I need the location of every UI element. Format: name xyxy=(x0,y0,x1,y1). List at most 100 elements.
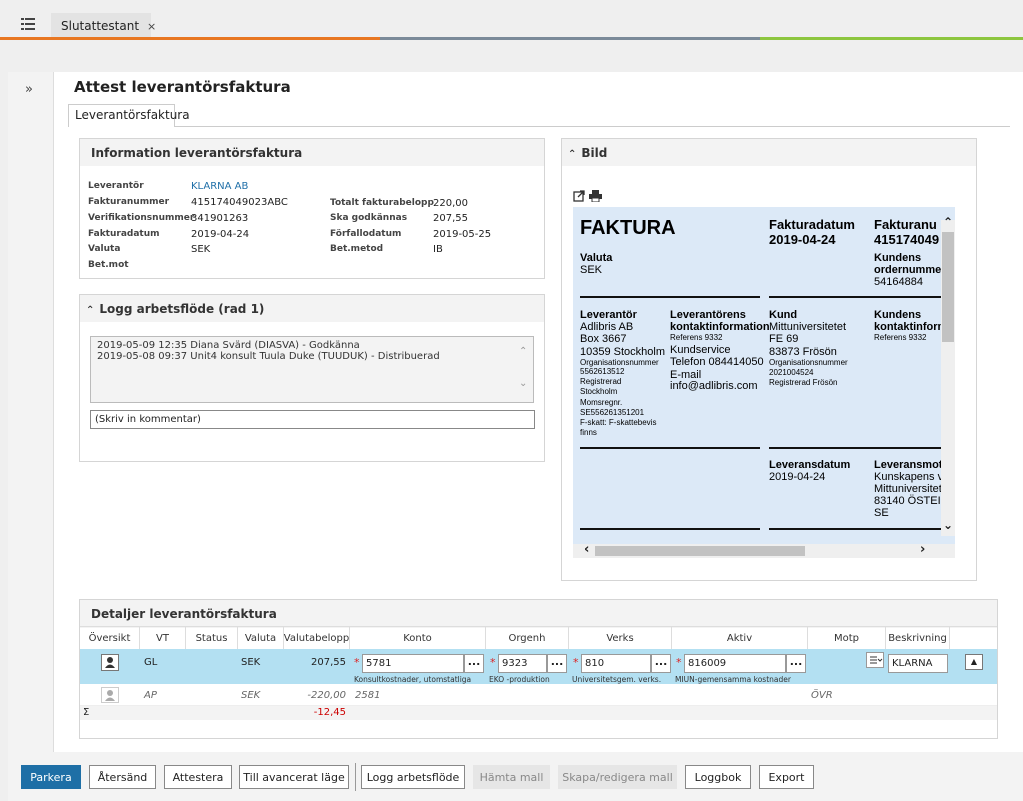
log-list[interactable]: 2019-05-09 12:35 Diana Svärd (DIASVA) - … xyxy=(90,336,534,403)
tab-slutattestant[interactable]: Slutattestant × xyxy=(51,13,156,40)
invoice-text: Kundens xyxy=(874,252,922,264)
column-header[interactable]: Översikt xyxy=(80,627,140,649)
info-label: Ska godkännas xyxy=(330,213,408,223)
invoice-text: Box 3667 xyxy=(580,333,627,345)
aktiv-input[interactable]: 816009 xyxy=(684,654,786,673)
column-header[interactable]: Beskrivning xyxy=(886,627,950,649)
invoice-text: Registrerad xyxy=(580,377,622,386)
row-collapse-button[interactable]: ▲ xyxy=(965,654,983,670)
comment-input[interactable]: (Skriv in kommentar) xyxy=(90,410,535,429)
invoice-text: SE xyxy=(874,507,889,519)
orgenh-input[interactable]: 9323 xyxy=(498,654,547,673)
invoice-text: 10359 Stockholm xyxy=(580,346,665,358)
column-header[interactable]: Orgenh xyxy=(486,627,569,649)
advanced-mode-button[interactable]: Till avancerat läge xyxy=(239,765,349,789)
attestera-button[interactable]: Attestera xyxy=(164,765,232,789)
supplier-link[interactable]: KLARNA AB xyxy=(191,181,248,192)
info-label: Leverantör xyxy=(88,181,144,191)
orgenh-lookup-button[interactable]: ... xyxy=(547,654,567,673)
scroll-up-icon[interactable]: ⌃ xyxy=(943,215,953,229)
invoice-text: Kundens xyxy=(874,309,922,321)
export-button[interactable]: Export xyxy=(759,765,814,789)
invoice-text: Organisationsnummer xyxy=(769,358,848,367)
invoice-rule xyxy=(769,447,955,449)
log-panel-header[interactable]: ⌃ Logg arbetsflöde (rad 1) xyxy=(80,295,544,322)
scroll-down-icon[interactable]: ⌄ xyxy=(943,518,953,532)
invoice-text: Organisationsnummer xyxy=(580,358,659,367)
loggbok-button[interactable]: Loggbok xyxy=(685,765,751,789)
page-title: Attest leverantörsfaktura xyxy=(74,78,291,96)
invoice-text: Kundservice xyxy=(670,344,731,356)
menu-button[interactable] xyxy=(8,10,48,38)
parkera-button[interactable]: Parkera xyxy=(21,765,81,789)
info-label: Fakturadatum xyxy=(88,229,160,239)
left-rail xyxy=(8,72,54,752)
fetch-template-button[interactable]: Hämta mall xyxy=(473,765,550,789)
overview-button[interactable] xyxy=(101,654,119,671)
scroll-up-icon[interactable]: ⌃ xyxy=(519,346,527,357)
invoice-text: Stockholm xyxy=(580,387,618,396)
verks-input[interactable]: 810 xyxy=(581,654,651,673)
column-header[interactable]: Status xyxy=(186,627,238,649)
invoice-text: kontaktinform xyxy=(874,321,948,333)
beskrivning-input[interactable]: KLARNA xyxy=(888,654,948,673)
export-icon[interactable] xyxy=(573,190,585,205)
info-value: 415174049023ABC xyxy=(191,197,288,208)
scroll-down-icon[interactable]: ⌄ xyxy=(519,378,527,389)
invoice-text: Registrerad Frösön xyxy=(769,378,838,387)
table-row[interactable] xyxy=(80,684,997,706)
column-header[interactable]: Konto xyxy=(350,627,486,649)
scroll-thumb[interactable] xyxy=(595,546,805,556)
collapse-icon[interactable]: ⌃ xyxy=(86,305,94,316)
invoice-text: Leveransmot xyxy=(874,459,943,471)
invoice-text: Valuta xyxy=(580,252,613,264)
column-header[interactable]: Valuta xyxy=(238,627,284,649)
row-amount: -220,00 xyxy=(307,690,346,701)
invoice-text: Leverantörens xyxy=(670,309,746,321)
konto-lookup-button[interactable]: ... xyxy=(464,654,484,673)
invoice-rule xyxy=(769,296,955,298)
invoice-text: 2019-04-24 xyxy=(769,232,836,247)
overview-button[interactable] xyxy=(101,687,119,703)
invoice-text: Telefon 084414050 xyxy=(670,356,764,368)
edit-template-button[interactable]: Skapa/redigera mall xyxy=(558,765,677,789)
invoice-text: 5562613512 xyxy=(580,367,625,376)
scroll-left-icon[interactable]: ‹ xyxy=(584,542,589,557)
triangle-up-icon: ▲ xyxy=(970,657,978,666)
invoice-text: Leveransdatum xyxy=(769,459,851,471)
image-vscrollbar[interactable] xyxy=(941,220,955,536)
scroll-thumb[interactable] xyxy=(942,232,954,342)
verks-lookup-button[interactable]: ... xyxy=(651,654,671,673)
info-label: Fakturanummer xyxy=(88,197,170,207)
log-entry: 2019-05-08 09:37 Unit4 konsult Tuula Duk… xyxy=(97,351,440,362)
column-header[interactable]: Motp xyxy=(808,627,886,649)
close-icon[interactable]: × xyxy=(147,20,156,33)
image-hscrollbar[interactable] xyxy=(573,544,955,558)
row-valuta: SEK xyxy=(241,657,261,668)
invoice-text: 83140 ÖSTEI xyxy=(874,495,941,507)
column-header[interactable]: VT xyxy=(140,627,186,649)
invoice-text: ordernummer xyxy=(874,264,946,276)
atersand-button[interactable]: Återsänd xyxy=(89,765,156,789)
info-panel-title: Information leverantörsfaktura xyxy=(80,139,544,166)
info-value: 220,00 xyxy=(433,198,468,209)
column-header[interactable]: Valutabelopp xyxy=(284,627,350,649)
expand-icon[interactable]: » xyxy=(25,82,33,97)
invoice-text: 415174049 xyxy=(874,232,940,247)
info-value: 207,55 xyxy=(433,213,468,224)
aktiv-lookup-button[interactable]: ... xyxy=(786,654,806,673)
info-panel: Information leverantörsfaktura xyxy=(79,138,545,279)
description-dropdown[interactable] xyxy=(866,652,884,668)
invoice-text: Referens 9332 xyxy=(670,333,723,342)
button-separator xyxy=(355,763,356,791)
image-panel-header[interactable]: ⌃ Bild xyxy=(562,139,976,166)
invoice-text: Referens 9332 xyxy=(874,333,927,342)
print-icon[interactable] xyxy=(589,190,602,205)
column-header[interactable]: Aktiv xyxy=(672,627,808,649)
scroll-right-icon[interactable]: › xyxy=(920,542,925,557)
log-workflow-button[interactable]: Logg arbetsflöde xyxy=(361,765,465,789)
column-header[interactable]: Verks xyxy=(569,627,672,649)
collapse-icon[interactable]: ⌃ xyxy=(568,149,576,160)
konto-input[interactable]: 5781 xyxy=(362,654,464,673)
tab-leverantorsfaktura[interactable]: Leverantörsfaktura xyxy=(68,104,190,127)
